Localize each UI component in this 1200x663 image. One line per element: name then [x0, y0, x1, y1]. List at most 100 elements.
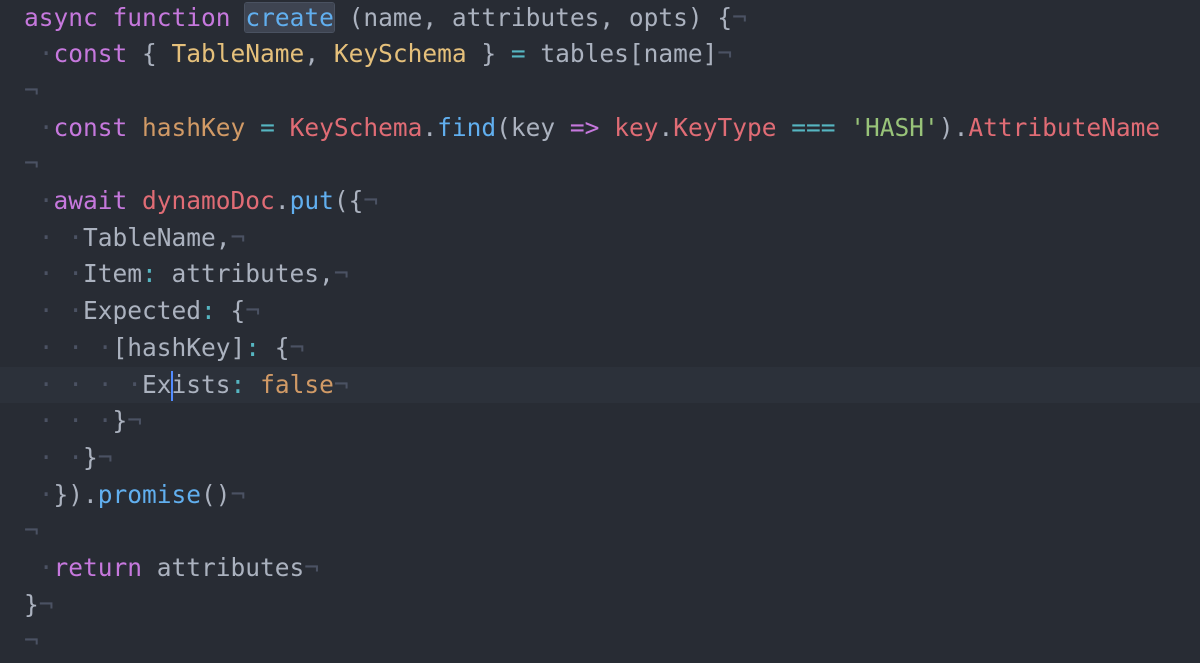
code-line[interactable]: · ·Expected: {¬ — [0, 293, 1200, 330]
code-token-boolean: false — [260, 369, 334, 399]
code-line[interactable]: ·const hashKey = KeySchema.find(key => k… — [0, 110, 1200, 147]
code-token-punct: . — [274, 186, 290, 215]
code-token-operator: = — [260, 112, 275, 142]
code-token-punct: } — [24, 589, 39, 619]
code-token-punct: } — [466, 39, 511, 69]
code-token-param — [127, 186, 142, 215]
indent-guide: · · · — [24, 406, 113, 436]
end-of-line-marker: ¬ — [333, 259, 349, 289]
end-of-line-marker: ¬ — [230, 222, 246, 252]
code-token-keyword: function — [112, 2, 231, 32]
code-token-keyword: const — [53, 112, 128, 142]
end-of-line-marker: ¬ — [97, 442, 113, 472]
code-token-operator: : — [201, 296, 216, 326]
code-token-param — [245, 370, 260, 399]
code-token-variable: KeySchema — [289, 112, 423, 142]
code-line[interactable]: · · ·}¬ — [0, 403, 1200, 440]
code-token-param — [777, 113, 792, 142]
code-token-param: (key — [496, 112, 570, 142]
code-token-punct: { — [260, 332, 290, 362]
code-line[interactable]: · ·Item: attributes,¬ — [0, 256, 1200, 293]
end-of-line-marker: ¬ — [304, 553, 320, 582]
code-token-punct: } — [112, 406, 128, 436]
code-line[interactable]: ·await dynamoDoc.put({¬ — [0, 183, 1200, 220]
indent-guide: · · · — [24, 332, 113, 362]
code-editor[interactable]: async function create (name, attributes,… — [0, 0, 1200, 663]
code-token-object-key: Item — [83, 259, 143, 289]
indent-guide: · · — [24, 222, 84, 252]
indent-guide: · — [24, 112, 54, 142]
code-token-punct: ({ — [333, 186, 364, 215]
code-token-param: tables[name] — [525, 39, 718, 69]
end-of-line-marker: ¬ — [24, 75, 39, 105]
indent-guide: · · · · — [24, 369, 143, 399]
code-token-punct: }). — [53, 479, 98, 509]
end-of-line-marker: ¬ — [717, 39, 733, 69]
code-line[interactable]: }¬ — [0, 587, 1200, 624]
end-of-line-marker: ¬ — [24, 626, 39, 656]
indent-guide: · — [24, 479, 54, 509]
code-line[interactable]: ·}).promise()¬ — [0, 477, 1200, 514]
code-token-punct: , — [304, 39, 334, 69]
end-of-line-marker: ¬ — [24, 516, 39, 546]
code-token-param: (name, attributes, opts) { — [333, 2, 733, 32]
end-of-line-marker: ¬ — [38, 589, 54, 619]
code-token-method: put — [289, 186, 334, 215]
code-token-keyword: const — [53, 39, 128, 69]
code-line[interactable]: ¬ — [0, 623, 1200, 660]
code-token-punct: . — [422, 112, 438, 142]
end-of-line-marker: ¬ — [230, 479, 246, 509]
indent-guide: · · — [24, 259, 84, 289]
code-token-function-name: create — [245, 2, 334, 32]
code-token-keyword: return — [53, 553, 143, 582]
code-token-variable: dynamoDoc — [142, 186, 275, 215]
code-line[interactable]: ·return attributes¬ — [0, 550, 1200, 587]
end-of-line-marker: ¬ — [732, 2, 747, 32]
code-token-keyword: await — [53, 186, 128, 215]
code-token-punct: () — [201, 479, 231, 509]
code-line[interactable]: · · · ·Exists: false¬ — [0, 366, 1200, 404]
code-token-property: AttributeName — [968, 112, 1161, 142]
code-token-object-key: Expected — [83, 296, 202, 326]
code-token-string: 'HASH' — [850, 112, 939, 142]
code-token-punct: . — [658, 112, 674, 142]
code-line[interactable]: · ·}¬ — [0, 440, 1200, 477]
code-token-keyword: => — [569, 112, 600, 142]
end-of-line-marker: ¬ — [333, 369, 349, 399]
code-line[interactable]: · ·TableName,¬ — [0, 220, 1200, 257]
code-line[interactable]: · · ·[hashKey]: {¬ — [0, 330, 1200, 367]
code-line[interactable]: ¬ — [0, 73, 1200, 110]
code-line[interactable]: ¬ — [0, 513, 1200, 550]
code-token-operator: === — [791, 112, 836, 142]
code-token-param — [599, 113, 614, 142]
code-token-operator: = — [510, 39, 526, 69]
code-token-operator: : — [230, 369, 246, 399]
indent-guide: · — [24, 553, 54, 582]
code-token-param — [98, 3, 113, 32]
end-of-line-marker: ¬ — [24, 149, 39, 179]
code-line[interactable]: async function create (name, attributes,… — [0, 0, 1200, 36]
end-of-line-marker: ¬ — [289, 332, 305, 362]
code-token-method: find — [437, 112, 497, 142]
code-token-object-key: Ex — [142, 369, 172, 399]
code-token-class: TableName — [171, 39, 305, 69]
indent-guide: · · — [24, 442, 84, 472]
code-token-operator: : — [245, 332, 261, 362]
code-token-param: [hashKey] — [112, 332, 246, 362]
code-line[interactable]: ¬ — [0, 146, 1200, 183]
code-line[interactable]: ·const { TableName, KeySchema } = tables… — [0, 36, 1200, 73]
code-token-property: KeyType — [673, 112, 777, 142]
code-token-punct: ). — [938, 112, 969, 142]
end-of-line-marker: ¬ — [363, 186, 379, 215]
code-token-method: promise — [97, 479, 202, 509]
indent-guide: · — [24, 186, 54, 215]
code-token-keyword: async — [24, 2, 98, 32]
end-of-line-marker: ¬ — [127, 406, 143, 436]
code-token-param: attributes — [142, 553, 305, 582]
code-token-param — [836, 113, 851, 142]
end-of-line-marker: ¬ — [245, 296, 261, 326]
code-token-operator: : — [142, 259, 157, 289]
code-token-punct: } — [83, 442, 98, 472]
indent-guide: · · — [24, 296, 84, 326]
code-token-param — [275, 113, 290, 142]
